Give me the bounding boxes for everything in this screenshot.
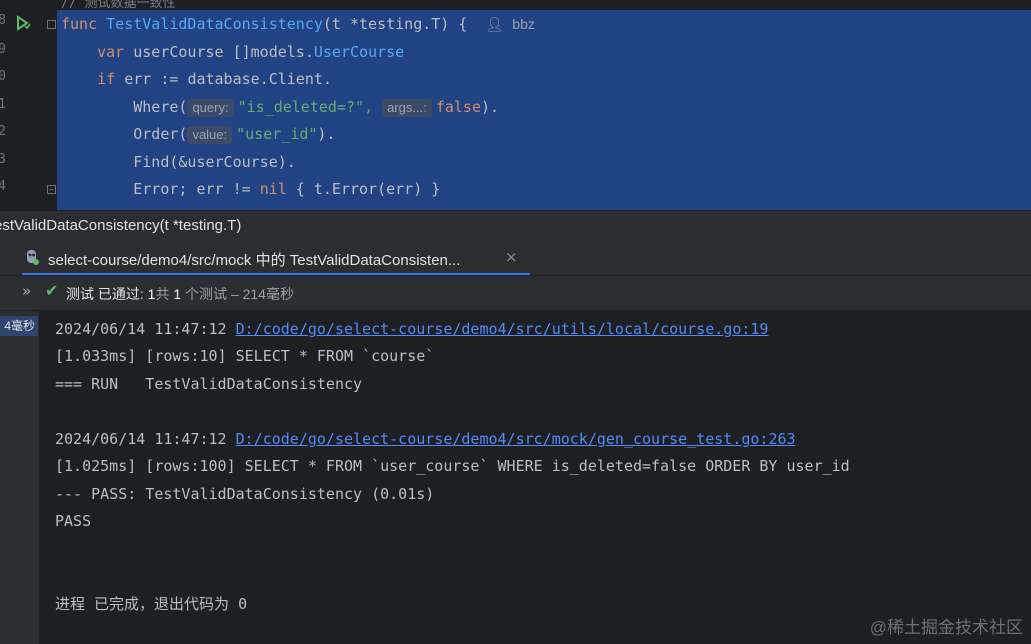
parameter-hint: value: (187, 126, 233, 144)
expression: { t.Error(err) } (286, 180, 441, 198)
line-number: 8 (0, 13, 6, 28)
package-name: database (187, 70, 260, 88)
code-line: if err := database.Client. (61, 67, 332, 91)
type-prefix: []models. (232, 43, 314, 61)
expression: err := (124, 70, 188, 88)
log-timestamp: 2024/06/14 11:47:12 (55, 320, 236, 338)
parameter-hint: args...: (382, 99, 432, 117)
run-test-gutter-icon[interactable] (15, 15, 31, 31)
total-count: 1 (173, 286, 182, 302)
punctuation: ). (480, 98, 500, 116)
author-icon: 👤︎ (485, 16, 504, 32)
test-tree-panel: 4毫秒 (0, 311, 40, 644)
status-duration: 个测试 – 214毫秒 (181, 286, 294, 302)
parameter-hint: query: (187, 99, 234, 117)
code-line: var userCourse []models.UserCourse (61, 40, 404, 64)
code-line: Error; err != nil { t.Error(err) } (61, 177, 440, 201)
keyword: var (97, 43, 125, 61)
run-tab[interactable]: select-course/demo4/src/mock 中的 TestVali… (22, 242, 530, 275)
expand-toolbar-icon[interactable]: » (22, 282, 31, 300)
punctuation: ). (317, 125, 336, 143)
check-icon: ✔ (45, 281, 59, 300)
method-call: Where( (133, 98, 188, 116)
code-line: Where(query: "is_deleted=?", args...: fals… (61, 95, 499, 119)
type-name: UserCourse (313, 43, 405, 61)
console-line: [1.033ms] [rows:10] SELECT * FROM `cours… (55, 347, 435, 365)
method-call: Find(&userCourse). (133, 153, 296, 171)
expression: .Client. (259, 70, 332, 88)
console-output[interactable]: 2024/06/14 11:47:12 D:/code/go/select-co… (40, 311, 1031, 644)
keyword: false (435, 98, 481, 116)
code-comment: // 测试数据一致性 (61, 0, 176, 11)
code-line: Order(value: "user_id"). (61, 122, 335, 146)
console-line: [1.025ms] [rows:100] SELECT * FROM `user… (55, 457, 850, 475)
test-status-bar: » ✔ 测试 已通过: 1共 1 个测试 – 214毫秒 (0, 276, 1031, 310)
console-line: PASS (55, 512, 92, 530)
fold-toggle-icon[interactable] (47, 20, 56, 29)
fold-toggle-icon[interactable]: − (47, 185, 56, 194)
console-line: 2024/06/14 11:47:12 D:/code/go/select-co… (55, 316, 768, 343)
line-number: 0 (0, 69, 6, 84)
status-label: 测试 已通过: (66, 286, 148, 302)
line-number: 9 (0, 42, 6, 57)
source-link[interactable]: D:/code/go/select-course/demo4/src/mock/… (236, 430, 796, 448)
breadcrumb[interactable]: estValidDataConsistency(t *testing.T) (0, 210, 1031, 242)
string-literal: "user_id" (236, 125, 318, 143)
line-number: 4 (0, 179, 6, 194)
identifier: userCourse (133, 43, 224, 61)
console-line: === RUN TestValidDataConsistency (55, 375, 363, 393)
string-literal: "is_deleted=?", (237, 98, 374, 116)
keyword: if (97, 70, 116, 88)
method-call: Order( (133, 125, 188, 143)
close-icon[interactable]: × (505, 248, 518, 266)
run-test-icon (17, 15, 31, 31)
console-line: 2024/06/14 11:47:12 D:/code/go/select-co… (55, 426, 796, 453)
go-test-icon (25, 249, 39, 265)
function-name: TestValidDataConsistency (106, 15, 323, 33)
status-label: 共 (155, 286, 174, 302)
author-inlay[interactable]: bbz (512, 16, 535, 32)
source-link[interactable]: D:/code/go/select-course/demo4/src/utils… (236, 320, 769, 338)
function-params: (t *testing.T) { (322, 15, 468, 33)
run-tab-bar: select-course/demo4/src/mock 中的 TestVali… (0, 242, 1031, 275)
editor-top-strip: // 测试数据一致性 (57, 0, 1031, 11)
line-number: 1 (0, 97, 6, 112)
code-line: func TestValidDataConsistency(t *testing… (61, 12, 535, 36)
log-timestamp: 2024/06/14 11:47:12 (55, 430, 236, 448)
code-line: Find(&userCourse). (61, 150, 296, 174)
code-area[interactable]: // 测试数据一致性 func TestValidDataConsistency… (57, 0, 1031, 210)
code-editor[interactable]: 8 9 0 1 2 3 4 − // 测试数据一致性 func TestVali… (0, 0, 1031, 210)
line-number: 2 (0, 124, 6, 139)
test-status-text: 测试 已通过: 1共 1 个测试 – 214毫秒 (66, 284, 294, 304)
watermark: @稀土掘金技术社区 (869, 618, 1023, 637)
test-tree-item[interactable]: 4毫秒 (0, 316, 38, 336)
breadcrumb-function[interactable]: estValidDataConsistency(t *testing.T) (0, 217, 241, 234)
run-tab-label: select-course/demo4/src/mock 中的 TestVali… (48, 252, 461, 269)
console-line: 进程 已完成，退出代码为 0 (55, 595, 248, 613)
editor-gutter: 8 9 0 1 2 3 4 − (0, 0, 56, 210)
expression: Error; err != (133, 180, 260, 198)
line-number: 3 (0, 152, 6, 167)
keyword: func (61, 15, 98, 33)
keyword: nil (259, 180, 287, 198)
console-line: --- PASS: TestValidDataConsistency (0.01… (55, 485, 435, 503)
